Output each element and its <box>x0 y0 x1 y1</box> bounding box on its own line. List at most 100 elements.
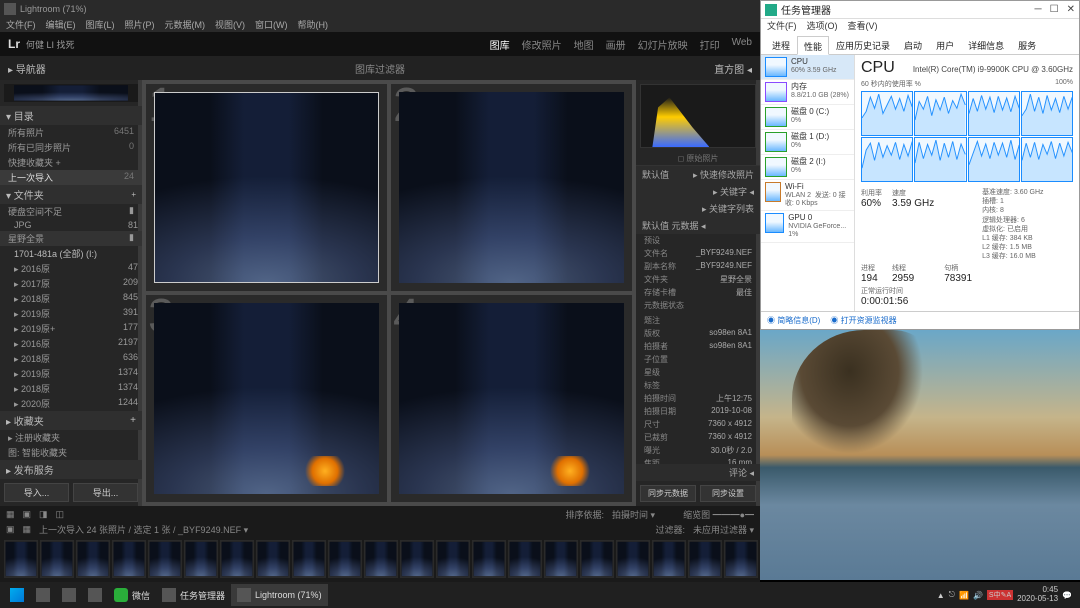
compare-view-icon[interactable]: ◨ <box>39 509 48 520</box>
grid-cell[interactable]: 4 <box>391 295 632 502</box>
metadata-row[interactable]: 焦距16 mm <box>636 457 760 464</box>
folder-row[interactable]: ▸ 2019原391 <box>0 306 142 321</box>
fewer-details-link[interactable]: ◉ 简略信息(D) <box>767 315 820 326</box>
grid-toolbar[interactable]: ▦ ▣ ◨ ◫ 排序依据: 拍摄时间 ▾ 缩览图 ━━━●━ <box>0 506 760 522</box>
tray-icon[interactable]: ▲ <box>937 591 945 600</box>
tab[interactable]: 进程 <box>765 35 797 54</box>
filmstrip-thumb[interactable] <box>256 540 290 578</box>
perf-sidebar-item[interactable]: 内存8.8/21.0 GB (28%) <box>761 80 854 105</box>
system-tray[interactable]: ▲ ⎋ 📶 🔊 S中✎A 0:452020-05-13 💬 <box>937 586 1076 604</box>
histogram-header[interactable]: 直方图 ◂ <box>714 61 752 76</box>
navigator-preview[interactable] <box>4 84 138 102</box>
folder-row[interactable]: ▸ 2020原1244 <box>0 396 142 411</box>
filter-label[interactable]: 过滤器: <box>655 523 685 536</box>
metadata-row[interactable]: 子位置 <box>636 353 760 366</box>
perf-sidebar-item[interactable]: 磁盘 0 (C:)0% <box>761 105 854 130</box>
library-filter-label[interactable]: 图库过滤器 <box>355 61 405 76</box>
folder-row[interactable]: ▸ 2018原845 <box>0 291 142 306</box>
filmstrip[interactable] <box>0 536 760 582</box>
taskbar-item[interactable]: 任务管理器 <box>156 584 231 606</box>
sync-settings-button[interactable]: 同步设置 <box>700 485 756 502</box>
metadata-row[interactable]: 已裁剪7360 x 4912 <box>636 431 760 444</box>
folders-header[interactable]: ▾ 文件夹+ <box>0 185 142 204</box>
perf-sidebar-item[interactable]: CPU60% 3.59 GHz <box>761 55 854 80</box>
menu-item[interactable]: 视图(V) <box>215 18 245 32</box>
taskbar-item[interactable]: Lightroom (71%) <box>231 584 328 606</box>
tab[interactable]: 服务 <box>1011 35 1043 54</box>
module-tab[interactable]: 图库 <box>490 37 510 52</box>
filmstrip-thumb[interactable] <box>544 540 578 578</box>
tab[interactable]: 启动 <box>897 35 929 54</box>
lightroom-menubar[interactable]: 文件(F) 编辑(E) 图库(L) 照片(P) 元数据(M) 视图(V) 窗口(W) 帮助(H… <box>0 18 760 32</box>
sort-dropdown[interactable]: 拍摄时间 ▾ <box>612 508 655 521</box>
menu-item[interactable]: 选项(O) <box>807 19 838 35</box>
menu-item[interactable]: 编辑(E) <box>46 18 76 32</box>
filmstrip-thumb[interactable] <box>220 540 254 578</box>
menu-item[interactable]: 帮助(H) <box>298 18 329 32</box>
grid-view-icon[interactable]: ▦ <box>6 509 15 520</box>
filmstrip-thumb[interactable] <box>148 540 182 578</box>
cpu-per-core-graphs[interactable] <box>861 91 1073 182</box>
folder-row[interactable]: ▸ 2019原1374 <box>0 366 142 381</box>
close-icon[interactable]: ✕ <box>1067 4 1075 15</box>
import-button[interactable]: 导入... <box>4 483 69 502</box>
tab[interactable]: 用户 <box>929 35 961 54</box>
comments-header[interactable]: 评论 ◂ <box>636 464 760 481</box>
perf-sidebar[interactable]: CPU60% 3.59 GHz内存8.8/21.0 GB (28%)磁盘 0 (… <box>761 55 855 311</box>
filmstrip-thumb[interactable] <box>76 540 110 578</box>
filmstrip-thumb[interactable] <box>508 540 542 578</box>
metadata-row[interactable]: 文件夹星野全景 <box>636 273 760 286</box>
catalog-row[interactable]: 上一次导入24 <box>0 170 142 185</box>
navigator-header[interactable]: ▸ 导航器 <box>8 61 46 76</box>
tab[interactable]: 性能 <box>797 36 829 55</box>
catalog-row[interactable]: 所有已同步照片0 <box>0 140 142 155</box>
grid-cell[interactable]: 3 <box>146 295 387 502</box>
module-tab[interactable]: 修改照片 <box>522 37 562 52</box>
metadata-row[interactable]: 拍摄日期2019-10-08 <box>636 405 760 418</box>
library-grid[interactable]: 1234 <box>142 80 636 506</box>
open-resource-monitor-link[interactable]: ◉ 打开资源监视器 <box>830 315 896 326</box>
module-tab[interactable]: 地图 <box>574 37 594 52</box>
minimize-icon[interactable]: ─ <box>1035 4 1042 15</box>
secondary-display-icon[interactable]: ▣ <box>6 524 15 535</box>
taskbar-clock[interactable]: 0:452020-05-13 <box>1017 586 1058 604</box>
menu-item[interactable]: 图库(L) <box>86 18 115 32</box>
filmstrip-thumb[interactable] <box>184 540 218 578</box>
perf-sidebar-item[interactable]: 磁盘 1 (D:)0% <box>761 130 854 155</box>
menu-item[interactable]: 文件(F) <box>6 18 36 32</box>
module-tab[interactable]: 打印 <box>700 37 720 52</box>
ime-icon[interactable]: S中✎A <box>987 590 1013 600</box>
filmstrip-thumb[interactable] <box>688 540 722 578</box>
metadata-row[interactable]: 星级 <box>636 366 760 379</box>
filmstrip-thumb[interactable] <box>4 540 38 578</box>
taskbar-item[interactable] <box>4 584 30 606</box>
tab[interactable]: 详细信息 <box>961 35 1011 54</box>
task-manager-tabs[interactable]: 进程性能应用历史记录启动用户详细信息服务 <box>761 35 1079 55</box>
filmstrip-thumb[interactable] <box>364 540 398 578</box>
tab[interactable]: 应用历史记录 <box>829 35 897 54</box>
metadata-row[interactable]: 曝光30.0秒 / 2.0 <box>636 444 760 457</box>
windows-taskbar[interactable]: 微信任务管理器Lightroom (71%) ▲ ⎋ 📶 🔊 S中✎A 0:45… <box>0 582 1080 608</box>
menu-item[interactable]: 窗口(W) <box>255 18 288 32</box>
maximize-icon[interactable]: ☐ <box>1050 4 1059 15</box>
task-manager-menubar[interactable]: 文件(F) 选项(O) 查看(V) <box>761 19 1079 35</box>
metadata-row[interactable]: 标签 <box>636 379 760 392</box>
quick-develop-header[interactable]: 默认值▸ 快速修改照片 <box>636 166 760 183</box>
tray-icon[interactable]: ⎋ <box>949 590 955 600</box>
menu-item[interactable]: 照片(P) <box>125 18 155 32</box>
keyword-list-header[interactable]: ▸ 关键字列表 <box>636 200 760 217</box>
menu-item[interactable]: 文件(F) <box>767 19 797 35</box>
filmstrip-thumb[interactable] <box>328 540 362 578</box>
menu-item[interactable]: 查看(V) <box>848 19 878 35</box>
folder-row[interactable]: ▸ 2018原636 <box>0 351 142 366</box>
perf-sidebar-item[interactable]: GPU 0NVIDIA GeForce... 1% <box>761 211 854 242</box>
taskbar-item[interactable]: 微信 <box>108 584 156 606</box>
filmstrip-status[interactable]: ▣ ▦ 上一次导入 24 张照片 / 选定 1 张 / _BYF9249.NEF… <box>0 522 760 536</box>
module-picker[interactable]: 图库修改照片地图画册幻灯片放映打印Web <box>490 37 752 52</box>
metadata-header[interactable]: 默认值 元数据 ◂ <box>636 217 760 234</box>
catalog-row[interactable]: 所有照片6451 <box>0 125 142 140</box>
menu-item[interactable]: 元数据(M) <box>165 18 206 32</box>
filmstrip-thumb[interactable] <box>724 540 758 578</box>
export-button[interactable]: 导出... <box>73 483 138 502</box>
volume-icon[interactable]: 🔊 <box>973 591 983 600</box>
